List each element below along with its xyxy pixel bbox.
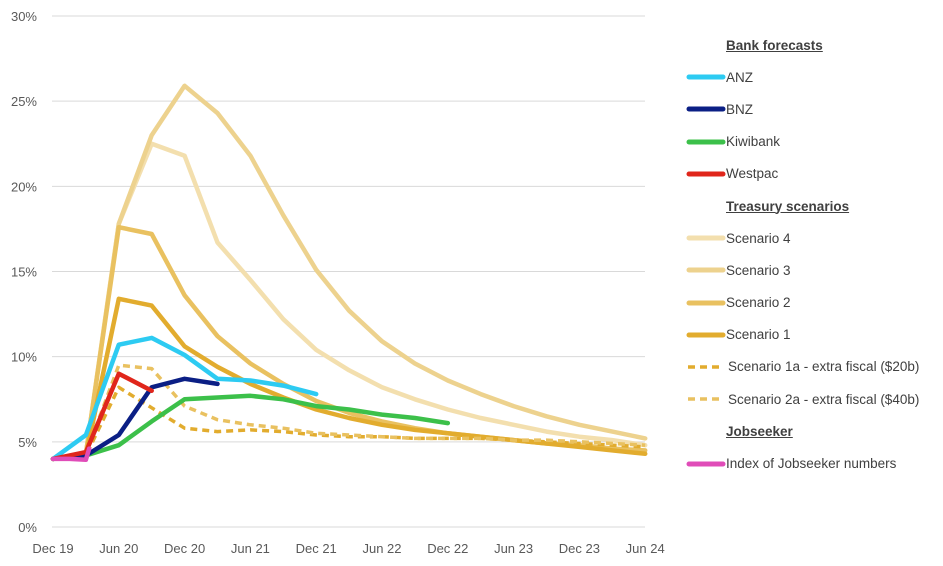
y-tick-label: 30%: [11, 9, 37, 24]
legend-swatch: [686, 168, 726, 180]
y-tick-label: 15%: [11, 265, 37, 280]
legend-swatch: [686, 71, 726, 83]
legend-swatch: [686, 297, 726, 309]
x-tick-label: Jun 24: [626, 541, 665, 556]
x-tick-label: Jun 22: [362, 541, 401, 556]
x-tick-label: Dec 23: [559, 541, 600, 556]
gridlines: [52, 15, 645, 528]
y-tick-label: 5%: [18, 435, 37, 450]
legend-label: Scenario 4: [726, 230, 791, 246]
legend-item: Scenario 2a - extra fiscal ($40b): [686, 383, 943, 415]
legend-swatch: [686, 264, 726, 276]
x-tick-label: Jun 20: [99, 541, 138, 556]
x-tick-label: Jun 23: [494, 541, 533, 556]
series-lines: [50, 83, 648, 462]
series-line-bnz: [50, 376, 220, 462]
legend-label: ANZ: [726, 69, 753, 85]
legend-label: Scenario 2: [726, 295, 791, 311]
x-tick-label: Dec 22: [427, 541, 468, 556]
legend-label: Scenario 1: [726, 327, 791, 343]
legend-swatch: [686, 393, 726, 405]
legend: Bank forecasts ANZ BNZ Kiwibank Westpac Treas…: [686, 29, 943, 480]
x-axis-ticks: Dec 19 Jun 20 Dec 20 Jun 21 Dec 21 Jun 22 Dec …: [32, 541, 664, 556]
legend-item: Scenario 1a - extra fiscal ($20b): [686, 351, 943, 383]
legend-item: Index of Jobseeker numbers: [686, 447, 943, 479]
legend-item: BNZ: [686, 93, 943, 125]
legend-label: Scenario 3: [726, 262, 791, 278]
y-tick-label: 20%: [11, 179, 37, 194]
legend-item: Westpac: [686, 158, 943, 190]
legend-label: Index of Jobseeker numbers: [726, 456, 897, 472]
legend-heading: Treasury scenarios: [726, 198, 850, 214]
legend-item: Scenario 2: [686, 287, 943, 319]
y-tick-label: 0%: [18, 520, 37, 535]
x-tick-label: Dec 19: [32, 541, 73, 556]
legend-item: Scenario 3: [686, 254, 943, 286]
y-tick-label: 10%: [11, 350, 37, 365]
legend-item: Scenario 4: [686, 222, 943, 254]
legend-swatch: [686, 103, 726, 115]
y-axis-ticks: 0% 5% 10% 15% 20% 25% 30%: [11, 9, 37, 535]
legend-label: Scenario 2a - extra fiscal ($40b): [728, 391, 920, 407]
series-line-scenario-2: [50, 224, 648, 462]
legend-swatch: [686, 329, 726, 341]
legend-swatch: [686, 232, 726, 244]
x-tick-label: Dec 21: [296, 541, 337, 556]
y-tick-label: 25%: [11, 94, 37, 109]
legend-label: Kiwibank: [726, 134, 781, 150]
legend-heading: Bank forecasts: [726, 37, 823, 53]
legend-swatch: [686, 136, 726, 148]
legend-item: Kiwibank: [686, 126, 943, 158]
legend-label: BNZ: [726, 101, 753, 117]
legend-heading: Jobseeker: [726, 423, 793, 439]
legend-swatch: [686, 458, 726, 470]
x-tick-label: Dec 20: [164, 541, 205, 556]
legend-swatch: [686, 361, 726, 373]
legend-label: Scenario 1a - extra fiscal ($20b): [728, 359, 920, 375]
legend-item: ANZ: [686, 61, 943, 93]
legend-item: Scenario 1: [686, 319, 943, 351]
legend-label: Westpac: [726, 166, 779, 182]
x-tick-label: Jun 21: [231, 541, 270, 556]
